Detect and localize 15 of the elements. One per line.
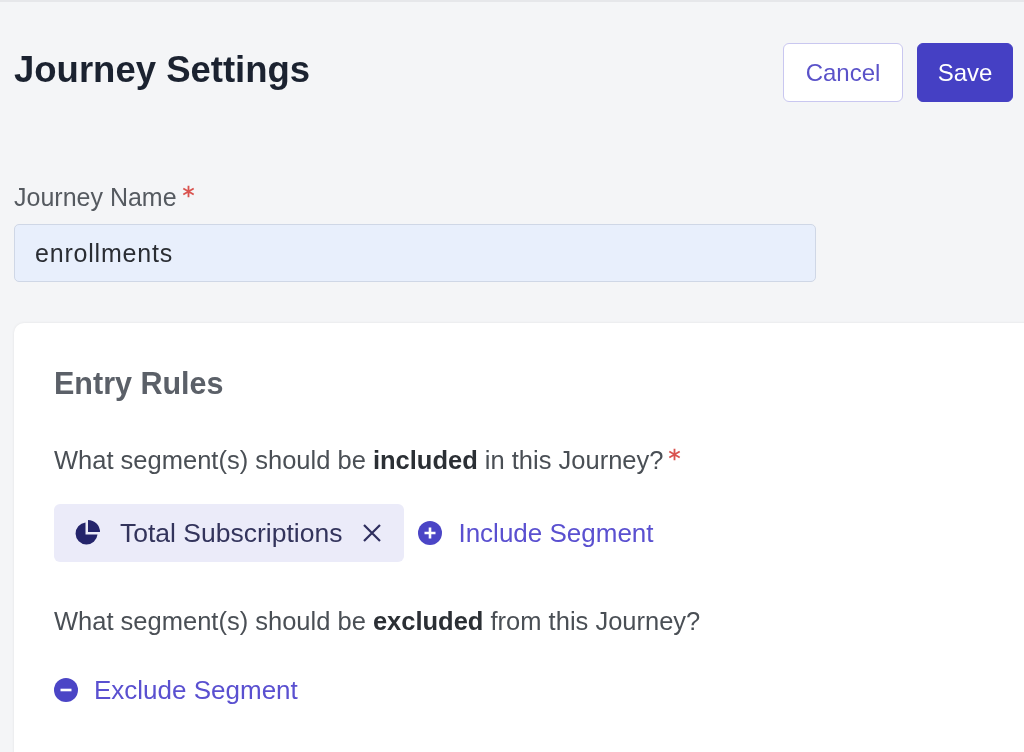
- pie-chart-icon: [74, 520, 100, 546]
- page-title: Journey Settings: [14, 48, 311, 91]
- plus-circle-icon: [418, 521, 443, 545]
- minus-circle-icon: [54, 678, 78, 702]
- question-text: What segment(s) should be included in this Journey?: [54, 445, 664, 475]
- segment-name: Total Subscriptions: [120, 517, 343, 549]
- exclude-segment-link[interactable]: Exclude Segment: [54, 675, 298, 705]
- section-heading: Entry Rules: [54, 365, 225, 403]
- cancel-button[interactable]: Cancel: [783, 43, 903, 102]
- save-button[interactable]: Save: [917, 43, 1013, 102]
- question-text: What segment(s) should be excluded from this Journey?: [54, 606, 701, 636]
- remove-icon[interactable]: [362, 523, 383, 543]
- include-segment-link[interactable]: Include Segment: [418, 518, 654, 548]
- journey-name-input[interactable]: enrollments: [14, 224, 816, 282]
- field-label: Journey Name: [14, 182, 177, 212]
